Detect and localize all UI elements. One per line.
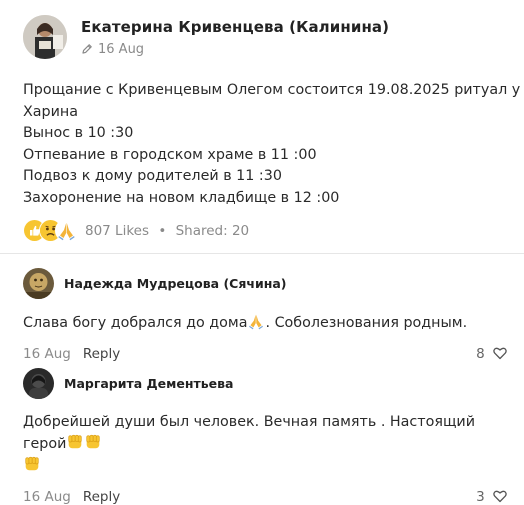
comment: Маргарита Дементьева Добрейшей души был … (23, 368, 513, 505)
avatar[interactable] (23, 368, 54, 399)
pray-emoji-icon (249, 314, 264, 330)
post-line: Подвоз к дому родителей в 11 :30 (23, 168, 282, 184)
fist-emoji-icon (68, 434, 83, 449)
comment-text: Слава богу добрался до дома. Соболезнова… (23, 312, 503, 334)
reply-button[interactable]: Reply (83, 346, 120, 362)
comment-author[interactable]: Маргарита Дементьева (64, 376, 233, 391)
post-line: Харина (23, 103, 79, 120)
comment-text: Добрейшей души был человек. Вечная памят… (23, 412, 503, 477)
post-line: Вынос в 10 :30 (23, 125, 134, 141)
divider (0, 253, 524, 254)
likes-count[interactable]: 807 Likes (85, 223, 149, 239)
author-name[interactable]: Екатерина Кривенцева (Калинина) (81, 18, 389, 36)
comment-likes[interactable]: 8 (476, 346, 507, 362)
comment-likes[interactable]: 3 (476, 489, 507, 505)
post-body: Прощание с Кривенцевым Олегом состоится … (23, 80, 521, 209)
post-date: 16 Aug (81, 42, 389, 57)
post-date-text: 16 Aug (98, 41, 145, 57)
post-line: Захоронение на новом кладбище в 12 :00 (23, 189, 340, 206)
fist-emoji-icon (86, 434, 101, 449)
comment: Надежда Мудрецова (Сячина) Слава богу до… (23, 268, 513, 362)
avatar[interactable] (23, 268, 54, 299)
post-line: Отпевание в городском храме в 11 :00 (23, 146, 317, 163)
post-line: Прощание с Кривенцевым Олегом состоится … (23, 82, 521, 98)
comment-likes-count: 8 (476, 346, 485, 362)
comment-author[interactable]: Надежда Мудрецова (Сячина) (64, 276, 287, 291)
post-stats: 807 Likes • Shared: 20 (23, 219, 249, 242)
separator-dot: • (158, 222, 167, 239)
comment-date: 16 Aug (23, 489, 71, 505)
post-header: Екатерина Кривенцева (Калинина) 16 Aug (23, 15, 389, 59)
heart-icon (493, 490, 507, 503)
pencil-icon (82, 44, 92, 54)
shared-count[interactable]: Shared: 20 (176, 223, 250, 239)
post-card: Екатерина Кривенцева (Калинина) 16 Aug П… (0, 0, 524, 505)
comment-date: 16 Aug (23, 346, 71, 362)
pray-reaction-icon[interactable] (55, 219, 78, 242)
comment-likes-count: 3 (476, 489, 485, 505)
reply-button[interactable]: Reply (83, 489, 120, 505)
fist-emoji-icon (25, 456, 39, 471)
avatar[interactable] (23, 15, 67, 59)
heart-icon (493, 347, 507, 360)
